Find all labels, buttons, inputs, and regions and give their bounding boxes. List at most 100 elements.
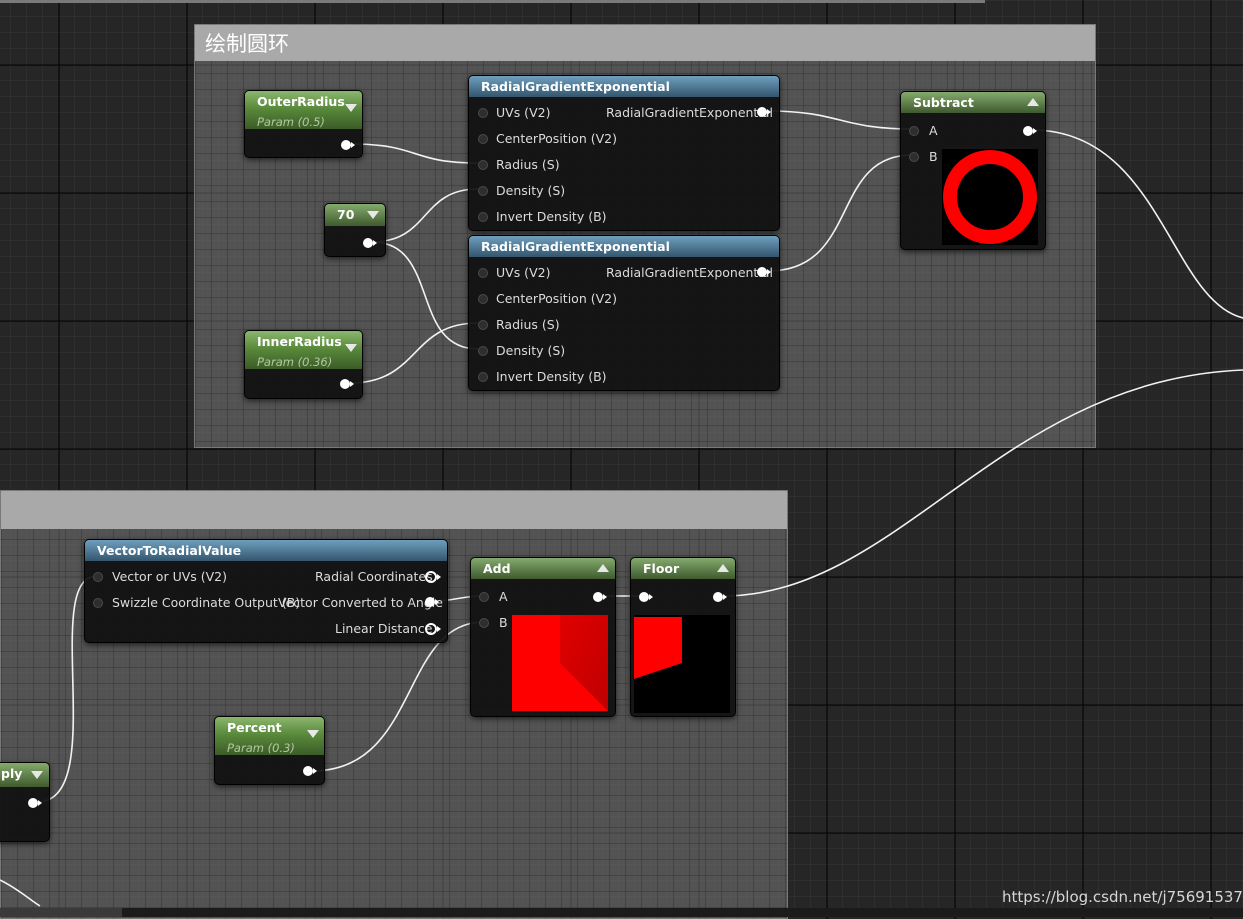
node-vector-to-radial[interactable]: VectorToRadialValue Vector or UVs (V2) R… <box>84 539 448 643</box>
node-add-header[interactable]: Add <box>471 558 615 579</box>
input-pin[interactable] <box>639 592 653 602</box>
input-pin[interactable] <box>909 126 919 136</box>
input-pin[interactable] <box>479 618 489 628</box>
output-pin[interactable] <box>425 571 441 583</box>
pin-label: Invert Density (B) <box>496 369 607 384</box>
bottom-tab[interactable] <box>0 908 122 917</box>
input-pin[interactable] <box>909 152 919 162</box>
pin-label: CenterPosition (V2) <box>496 131 617 146</box>
node-outer-radius-subtitle: Param (0.5) <box>257 115 325 129</box>
node-multiply-header[interactable]: ply <box>0 763 49 787</box>
node-constant-header[interactable]: 70 <box>325 204 385 226</box>
pin-label: A <box>929 123 938 138</box>
output-pin[interactable] <box>425 597 439 607</box>
comment-title[interactable]: 绘制圆环 <box>195 25 1095 61</box>
node-v2r-title: VectorToRadialValue <box>97 543 242 558</box>
collapse-arrow-icon[interactable] <box>31 771 43 779</box>
node-rge2-title: RadialGradientExponential <box>481 239 670 254</box>
output-pin[interactable] <box>303 766 317 776</box>
pin-label: Radius (S) <box>496 317 560 332</box>
comment-title-bottom[interactable] <box>1 491 787 529</box>
node-subtract[interactable]: Subtract A B <box>900 91 1046 250</box>
output-pin[interactable] <box>757 267 771 277</box>
expand-arrow-icon[interactable] <box>717 564 729 572</box>
node-multiply-partial[interactable]: ply <box>0 762 50 842</box>
pin-label: Density (S) <box>496 183 566 198</box>
preview-add-image <box>512 615 608 711</box>
node-subtract-title: Subtract <box>913 95 974 110</box>
input-pin[interactable] <box>93 598 103 608</box>
output-pin[interactable] <box>713 592 727 602</box>
node-percent-subtitle: Param (0.3) <box>227 741 295 755</box>
preview-ring-image <box>942 149 1038 245</box>
node-rge2-header[interactable]: RadialGradientExponential <box>469 236 779 257</box>
node-subtract-header[interactable]: Subtract <box>901 92 1045 113</box>
node-inner-radius-subtitle: Param (0.36) <box>257 355 333 369</box>
collapse-arrow-icon[interactable] <box>345 104 357 112</box>
pin-label: Invert Density (B) <box>496 209 607 224</box>
node-multiply-title: ply <box>1 766 23 781</box>
pin-label: Swizzle Coordinate Output (B) <box>112 595 301 610</box>
watermark-url: https://blog.csdn.net/j756915370 <box>1002 888 1243 906</box>
pin-label: B <box>929 149 938 164</box>
node-outer-radius[interactable]: OuterRadius Param (0.5) <box>244 90 363 158</box>
collapse-arrow-icon[interactable] <box>345 344 357 352</box>
pin-label: Radius (S) <box>496 157 560 172</box>
node-add-title: Add <box>483 561 511 576</box>
expand-arrow-icon[interactable] <box>597 564 609 572</box>
input-pin[interactable] <box>478 346 488 356</box>
node-percent[interactable]: Percent Param (0.3) <box>214 716 325 785</box>
node-rge1-title: RadialGradientExponential <box>481 79 670 94</box>
node-percent-header[interactable]: Percent Param (0.3) <box>215 717 324 755</box>
input-pin[interactable] <box>478 372 488 382</box>
node-floor-title: Floor <box>643 561 680 576</box>
node-inner-radius[interactable]: InnerRadius Param (0.36) <box>244 330 363 399</box>
preview-floor-image <box>634 615 730 713</box>
input-pin[interactable] <box>479 592 489 602</box>
input-pin[interactable] <box>478 212 488 222</box>
output-pin-label: Vector Converted to Angle <box>278 595 443 610</box>
output-pin[interactable] <box>363 238 377 248</box>
output-pin-label: RadialGradientExponential <box>606 105 773 120</box>
node-outer-radius-title: OuterRadius <box>257 94 345 109</box>
output-pin[interactable] <box>425 623 441 635</box>
node-rge1-header[interactable]: RadialGradientExponential <box>469 76 779 97</box>
output-pin-label: Linear Distance <box>335 621 433 636</box>
output-pin[interactable] <box>593 592 607 602</box>
node-outer-radius-header[interactable]: OuterRadius Param (0.5) <box>245 91 362 129</box>
node-add[interactable]: Add A B <box>470 557 616 717</box>
collapse-arrow-icon[interactable] <box>307 730 319 738</box>
output-pin[interactable] <box>28 798 42 808</box>
input-pin[interactable] <box>478 134 488 144</box>
input-pin[interactable] <box>93 572 103 582</box>
pin-label: A <box>499 589 508 604</box>
output-pin[interactable] <box>341 140 355 150</box>
input-pin[interactable] <box>478 160 488 170</box>
node-percent-title: Percent <box>227 720 282 735</box>
pin-label: B <box>499 615 508 630</box>
node-floor-header[interactable]: Floor <box>631 558 735 579</box>
node-v2r-header[interactable]: VectorToRadialValue <box>85 540 447 561</box>
output-pin[interactable] <box>1023 126 1037 136</box>
input-pin[interactable] <box>478 294 488 304</box>
input-pin[interactable] <box>478 268 488 278</box>
node-inner-radius-title: InnerRadius <box>257 334 342 349</box>
node-floor[interactable]: Floor <box>630 557 736 717</box>
bottom-bar <box>0 908 1243 917</box>
node-radial-gradient-2[interactable]: RadialGradientExponential UVs (V2) Radia… <box>468 235 780 391</box>
pin-label: UVs (V2) <box>496 265 551 280</box>
input-pin[interactable] <box>478 186 488 196</box>
output-pin[interactable] <box>340 379 354 389</box>
node-radial-gradient-1[interactable]: RadialGradientExponential UVs (V2) Radia… <box>468 75 780 231</box>
output-pin[interactable] <box>757 107 771 117</box>
node-inner-radius-header[interactable]: InnerRadius Param (0.36) <box>245 331 362 369</box>
expand-arrow-icon[interactable] <box>1027 98 1039 106</box>
pin-label: Density (S) <box>496 343 566 358</box>
collapse-arrow-icon[interactable] <box>367 211 379 219</box>
output-pin-label: Radial Coordinates <box>315 569 433 584</box>
input-pin[interactable] <box>478 320 488 330</box>
input-pin[interactable] <box>478 108 488 118</box>
top-edge-bar <box>0 0 985 3</box>
output-pin-label: RadialGradientExponential <box>606 265 773 280</box>
node-constant-70[interactable]: 70 <box>324 203 386 257</box>
